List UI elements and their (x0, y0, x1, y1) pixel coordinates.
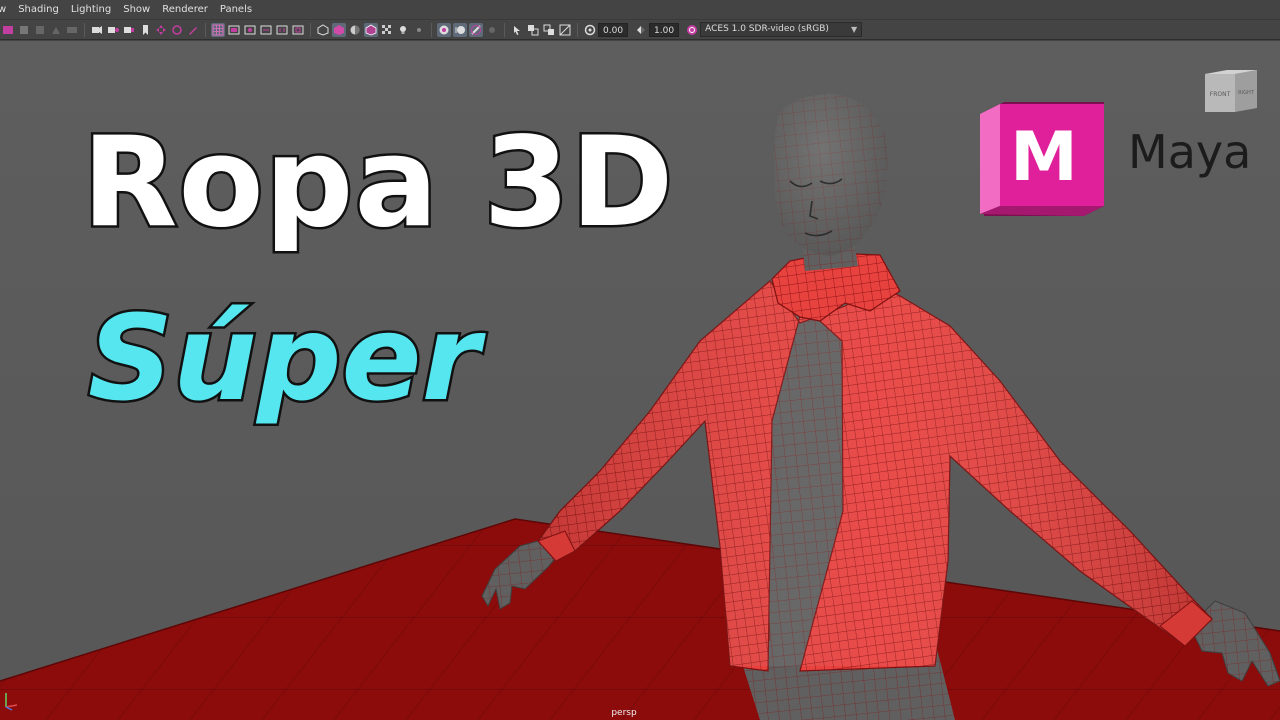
toolbar-divider (84, 22, 85, 37)
logo-letter: M (1010, 118, 1078, 197)
toolbar-divider (577, 22, 578, 37)
safe-action-icon[interactable] (291, 23, 305, 37)
grease-pencil-icon[interactable] (90, 23, 104, 37)
grid-icon[interactable] (211, 22, 225, 37)
move-tool-icon[interactable] (154, 23, 168, 37)
textured-icon[interactable] (380, 23, 394, 37)
toolbar-divider (205, 22, 206, 37)
exposure-icon[interactable] (583, 23, 597, 37)
wireframe-icon[interactable] (316, 23, 330, 37)
field-chart-icon[interactable] (275, 23, 289, 37)
bookmark-icon[interactable] (138, 23, 152, 37)
select-camera-icon[interactable] (1, 23, 15, 37)
gamma-field[interactable]: 1.00 (649, 22, 680, 37)
gamma-icon[interactable] (634, 23, 648, 37)
maya-logo-icon: M (980, 102, 1104, 216)
rotate-tool-icon[interactable] (170, 23, 184, 37)
camera-name-label: persp (611, 708, 637, 718)
screen-space-ao-icon[interactable] (437, 22, 451, 37)
image-plane-icon[interactable] (49, 23, 63, 37)
color-space-value: ACES 1.0 SDR-video (sRGB) (705, 24, 829, 34)
xray-components-icon[interactable] (558, 23, 572, 37)
pen-tool-icon[interactable] (186, 23, 200, 37)
gate-mask-icon[interactable] (259, 23, 273, 37)
chevron-down-icon: ▼ (850, 25, 858, 34)
wireframe-on-shaded-icon[interactable] (364, 22, 378, 37)
shadows-icon[interactable] (412, 23, 426, 37)
film-gate-icon[interactable] (227, 23, 241, 37)
view-cube[interactable]: FRONT RIGHT (1203, 68, 1259, 114)
panel-toolbar: 0.00 1.00 ACES 1.0 SDR-video (sRGB) ▼ (0, 20, 1280, 40)
use-all-lights-icon[interactable] (396, 23, 410, 37)
title-line-2: Súper (86, 289, 483, 427)
depth-of-field-icon[interactable] (485, 23, 499, 37)
menu-shading[interactable]: Shading (12, 0, 65, 20)
camera-gate-icon[interactable] (122, 23, 136, 37)
isolate-select-icon[interactable] (510, 23, 524, 37)
bookmarks-icon[interactable] (33, 23, 47, 37)
menu-renderer[interactable]: Renderer (156, 0, 214, 20)
motion-blur-icon[interactable] (453, 22, 467, 37)
smooth-shade-icon[interactable] (332, 22, 346, 37)
menu-lighting[interactable]: Lighting (65, 0, 117, 20)
viewcube-front-label[interactable]: FRONT (1210, 91, 1231, 98)
default-material-icon[interactable] (348, 23, 362, 37)
panel-menu-bar: w Shading Lighting Show Renderer Panels (0, 0, 1280, 20)
color-management-icon[interactable] (685, 23, 699, 37)
maya-wordmark: Maya (1128, 125, 1252, 179)
color-space-dropdown[interactable]: ACES 1.0 SDR-video (sRGB) ▼ (700, 22, 863, 37)
perspective-viewport[interactable]: Ropa 3D Súper M Maya FRONT RIGHT persp (0, 41, 1280, 720)
title-line-1: Ropa 3D (80, 111, 676, 255)
resolution-gate-icon[interactable] (243, 23, 257, 37)
exposure-field[interactable]: 0.00 (598, 22, 629, 37)
2d-pan-zoom-icon[interactable] (65, 23, 79, 37)
toolbar-divider (431, 22, 432, 37)
xray-icon[interactable] (526, 23, 540, 37)
viewcube-right-label[interactable]: RIGHT (1238, 90, 1255, 96)
camera-film-icon[interactable] (106, 23, 120, 37)
camera-attributes-icon[interactable] (17, 23, 31, 37)
menu-panels[interactable]: Panels (214, 0, 258, 20)
toolbar-divider (310, 22, 311, 37)
menu-show[interactable]: Show (117, 0, 156, 20)
menu-view[interactable]: w (0, 0, 12, 20)
anti-aliasing-icon[interactable] (469, 22, 483, 37)
toolbar-divider (504, 22, 505, 37)
xray-joints-icon[interactable] (542, 23, 556, 37)
